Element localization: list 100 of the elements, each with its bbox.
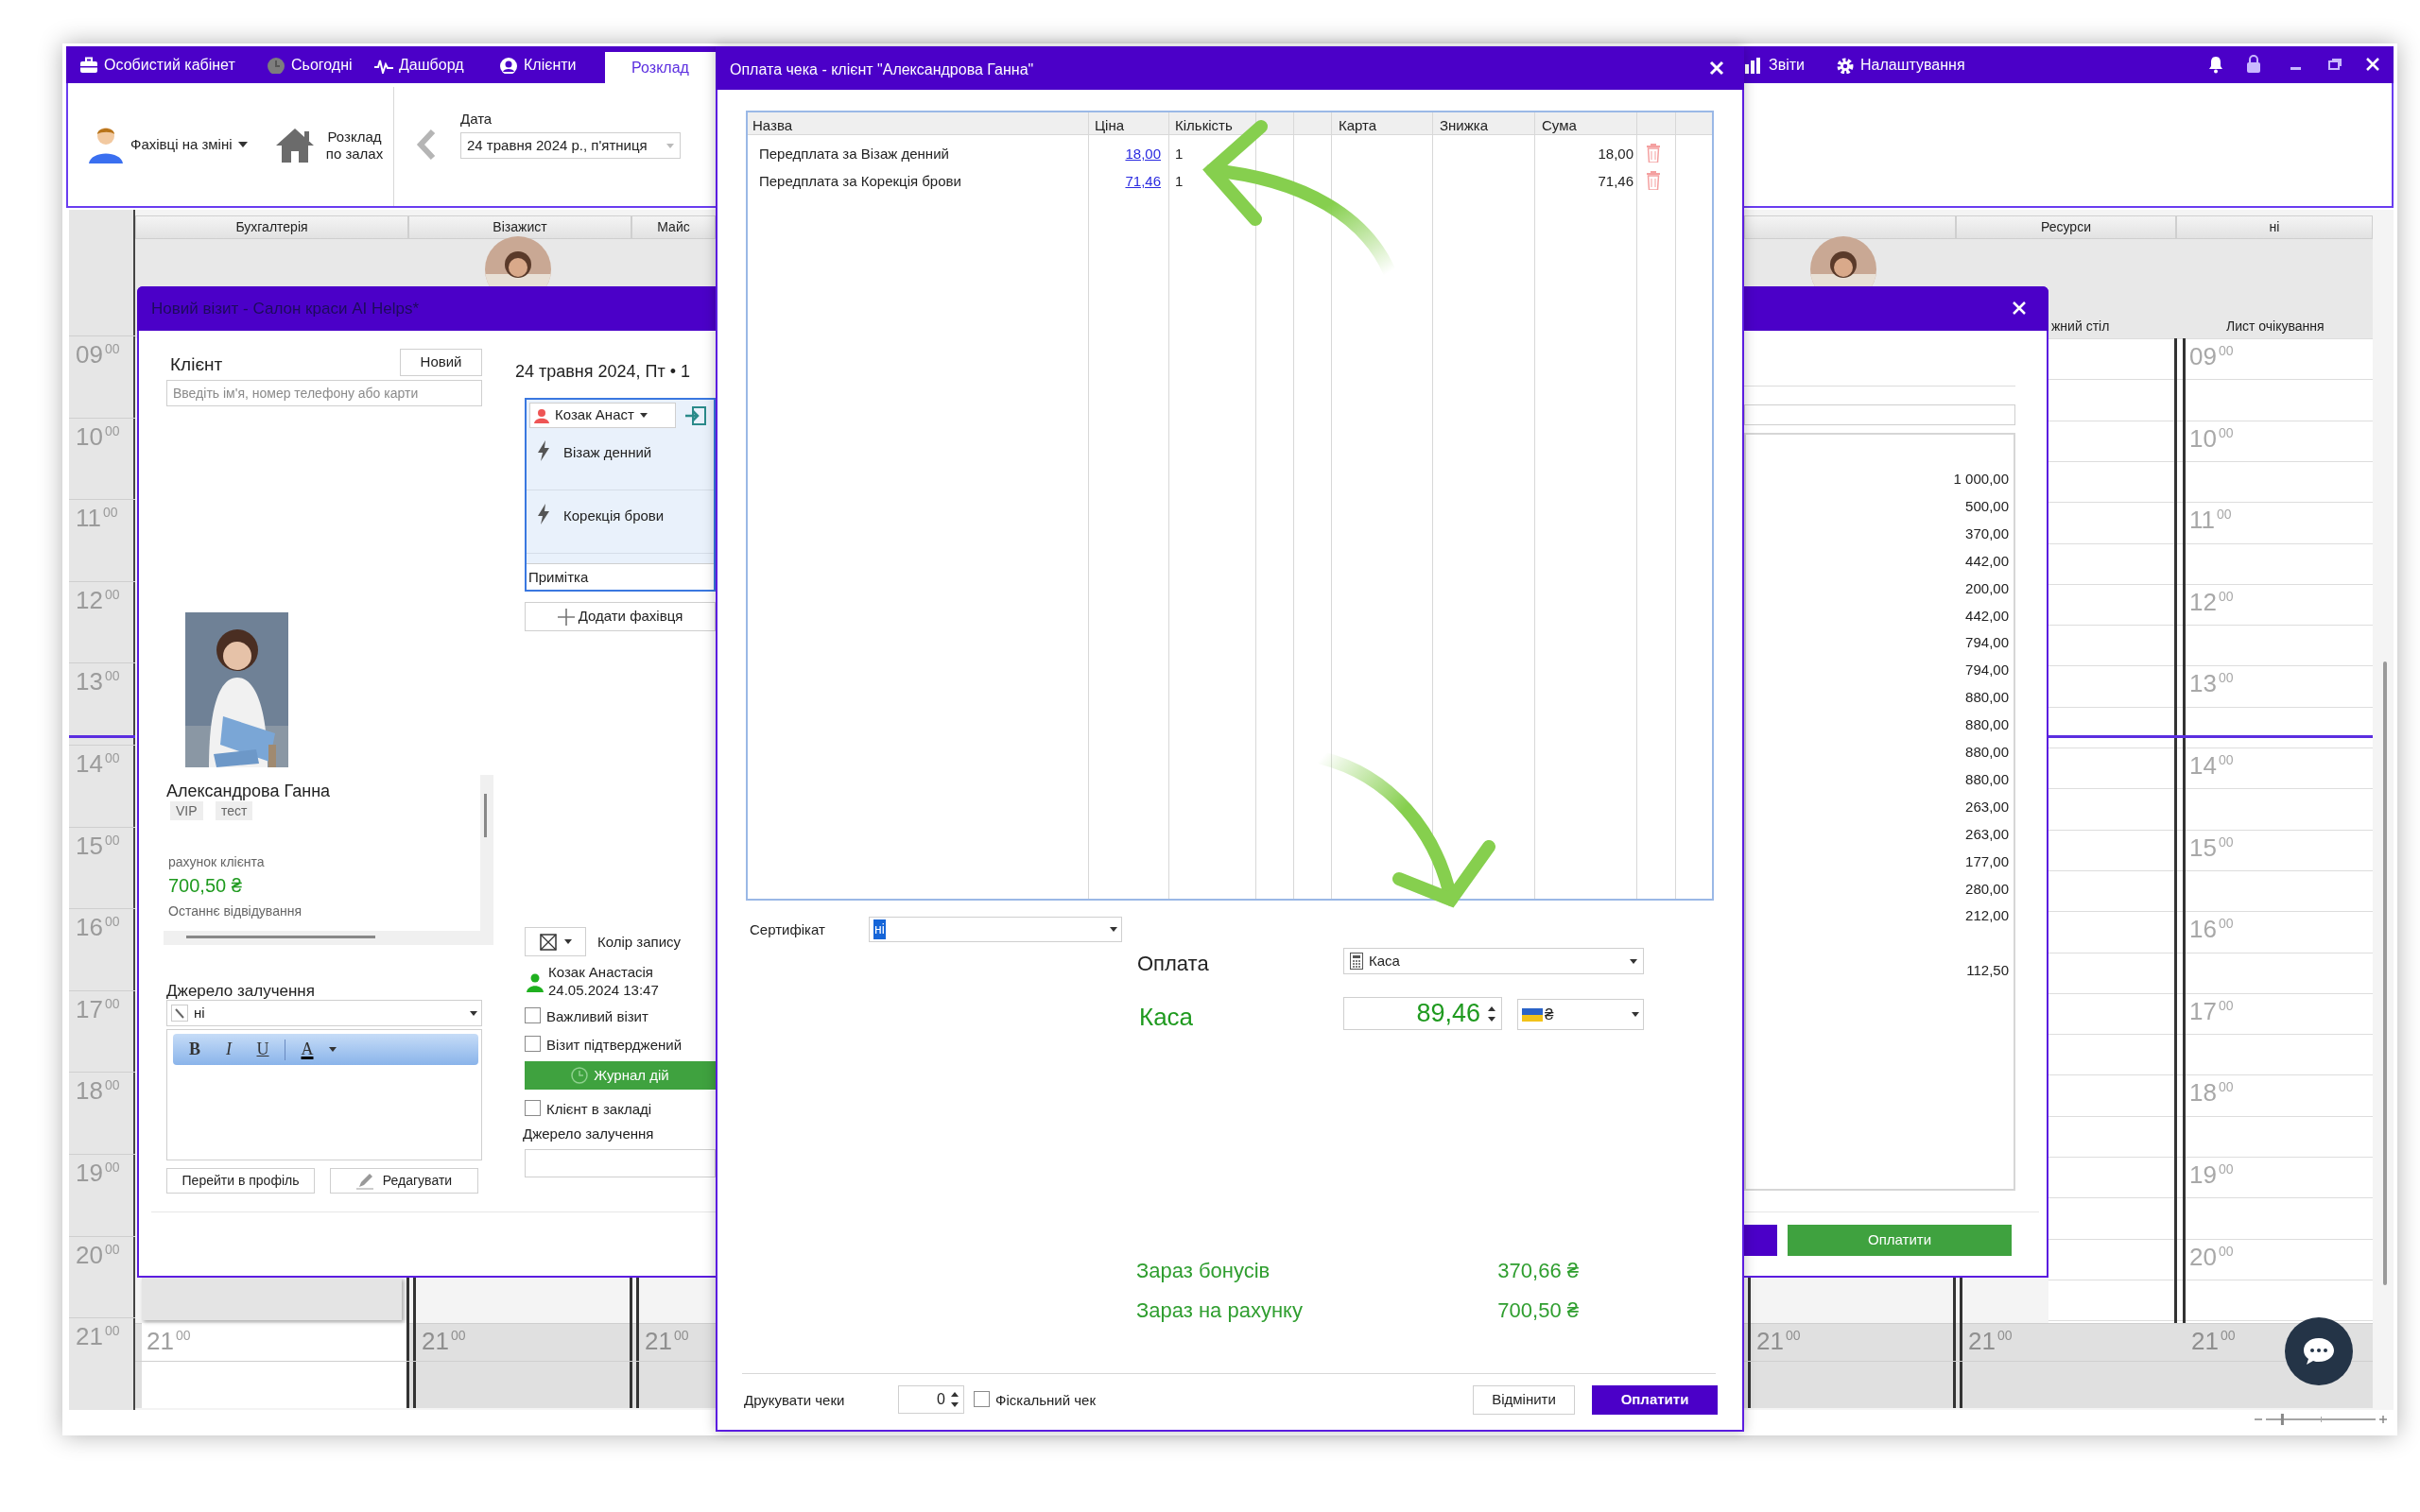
staff-button[interactable]: Фахівці на зміні: [87, 121, 257, 168]
section-label: Клієнт: [170, 353, 223, 376]
restore-icon[interactable]: [2327, 57, 2342, 72]
nav-tab[interactable]: Клієнти: [495, 46, 590, 83]
user-icon: [499, 56, 518, 74]
scroll-bar[interactable]: [2383, 662, 2387, 1285]
date-field[interactable]: 24 травня 2024 р., п'ятниця: [460, 132, 681, 159]
italic-button[interactable]: I: [216, 1037, 241, 1062]
service-name[interactable]: Корекція брови: [563, 506, 665, 527]
checkbox-label: Важливий візит: [546, 1007, 648, 1026]
amount-field[interactable]: 89,46: [1343, 997, 1502, 1030]
cancel-button[interactable]: Відмінити: [1473, 1385, 1575, 1415]
column-header: Кількість: [1175, 116, 1233, 135]
payment-method-dropdown[interactable]: Каса: [1343, 948, 1644, 974]
search-field[interactable]: Введіть ім'я, номер телефону або карти: [166, 380, 482, 406]
trash-icon[interactable]: [1646, 171, 1661, 190]
checkbox[interactable]: [525, 1036, 541, 1052]
nav-tab[interactable]: Розклад: [605, 52, 716, 83]
amount: 1 000,00: [1952, 470, 2009, 489]
wand-icon: [171, 1005, 188, 1022]
client-name: Александрова Ганна: [166, 781, 331, 802]
caret-icon: [329, 1047, 337, 1052]
column-header: Майс: [631, 215, 716, 239]
currency-dropdown[interactable]: ₴: [1517, 999, 1644, 1030]
checkbox[interactable]: [525, 1100, 541, 1116]
nav-tab[interactable]: Сьогодні: [263, 46, 357, 83]
font-color-button[interactable]: A: [295, 1037, 320, 1062]
table-cell-text: 71,46: [1597, 172, 1634, 191]
color-label: Колір запису: [597, 933, 682, 952]
specialist-dropdown[interactable]: Козак Анаст: [529, 403, 676, 428]
checkbox-label: Візит підтверджений: [546, 1036, 683, 1055]
color-dropdown[interactable]: [525, 927, 586, 956]
dialog-title: Новий візит - Салон краси AI Helps*: [151, 299, 419, 319]
amount: 500,00: [1964, 496, 2009, 516]
field-label: Оплата: [1137, 951, 1209, 977]
plus-icon: [557, 608, 575, 626]
nav-tab[interactable]: Дашборд: [371, 46, 475, 83]
nav-tab[interactable]: Налаштування: [1836, 46, 1978, 83]
section-label: Джерело залучення: [523, 1125, 654, 1143]
amount: 880,00: [1964, 769, 2009, 789]
close-icon[interactable]: [2012, 301, 2027, 316]
cash-label: Каса: [1139, 1002, 1194, 1033]
caret-icon: [470, 1010, 477, 1016]
chevron-left-icon[interactable]: [416, 129, 437, 161]
slider-thumb[interactable]: [2280, 1414, 2284, 1425]
chat-icon: [2302, 1336, 2336, 1366]
amount: 442,00: [1964, 551, 2009, 571]
profile-button[interactable]: Перейти в профіль: [166, 1168, 315, 1194]
amount: 880,00: [1964, 743, 2009, 762]
caret-icon: [1632, 1012, 1639, 1017]
account-value: 700,50 ₴: [168, 874, 242, 898]
nav-tab[interactable]: Звіти: [1744, 46, 1820, 83]
lock-icon[interactable]: [2246, 55, 2261, 74]
bell-icon[interactable]: [2206, 55, 2225, 74]
amount: 794,00: [1964, 661, 2009, 680]
amount: 263,00: [1964, 824, 2009, 844]
spin-icon: [951, 1391, 959, 1408]
account-value: 700,50 ₴: [1496, 1297, 1579, 1324]
amount: 442,00: [1964, 606, 2009, 626]
gear-icon: [1836, 56, 1855, 74]
checkbox-label: Клієнт в закладі: [546, 1100, 652, 1119]
input-field[interactable]: [525, 1149, 716, 1177]
account-label: рахунок клієнта: [168, 853, 265, 871]
tag: VIP: [170, 801, 203, 820]
clock-icon: [571, 1067, 589, 1084]
dialog-title: Оплата чека - клієнт "Александрова Ганна": [730, 60, 1034, 79]
add-specialist-button[interactable]: Додати фахівця: [525, 602, 716, 631]
new-button[interactable]: Новий: [400, 349, 482, 376]
amount: 200,00: [1964, 578, 2009, 598]
scroll-bar[interactable]: [186, 936, 375, 938]
person-icon: [526, 973, 544, 992]
amount: 280,00: [1964, 879, 2009, 899]
certificate-dropdown[interactable]: ні: [869, 917, 1122, 942]
pay-button[interactable]: Оплатити: [1592, 1385, 1718, 1415]
lightning-icon: [537, 440, 550, 461]
halls-button[interactable]: Розклад по залах: [274, 123, 392, 168]
price-link[interactable]: 18,00: [1097, 144, 1161, 165]
source-dropdown[interactable]: ні: [166, 1000, 482, 1026]
underline-button[interactable]: U: [251, 1037, 275, 1062]
column-header: Ціна: [1095, 116, 1125, 135]
trash-icon[interactable]: [1646, 144, 1661, 163]
price-link[interactable]: 71,46: [1097, 171, 1161, 193]
briefcase-icon: [79, 56, 98, 74]
service-name[interactable]: Візаж денний: [563, 442, 652, 464]
nav-tab[interactable]: Особистий кабінет: [76, 46, 246, 83]
checkbox[interactable]: [525, 1007, 541, 1023]
enter-icon[interactable]: [684, 405, 707, 426]
column-header: Карта: [1339, 116, 1377, 135]
close-icon[interactable]: [2365, 57, 2380, 72]
amount: 112,50: [1965, 961, 2009, 981]
note-field[interactable]: Примітка: [527, 563, 714, 590]
scroll-bar[interactable]: [484, 794, 487, 837]
input-field[interactable]: [1744, 404, 2015, 425]
bold-button[interactable]: B: [182, 1037, 207, 1062]
print-count-field[interactable]: 0: [898, 1385, 964, 1414]
zoom-slider[interactable]: [2255, 1412, 2387, 1427]
edit-button[interactable]: Редагувати: [330, 1168, 478, 1194]
close-icon[interactable]: [1709, 60, 1724, 76]
checkbox[interactable]: [974, 1391, 990, 1407]
author-name: Козак Анастасія: [548, 963, 653, 982]
